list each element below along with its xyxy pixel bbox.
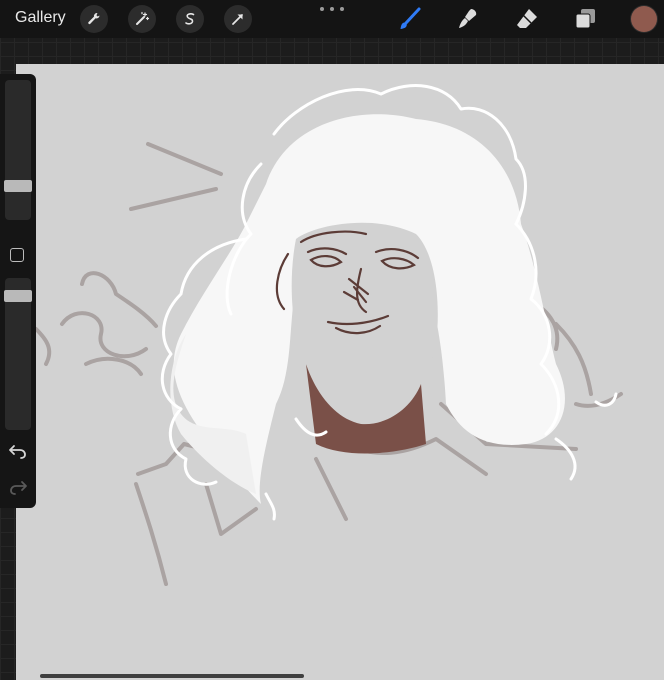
top-toolbar: Gallery	[0, 0, 664, 38]
undo-icon[interactable]	[8, 442, 28, 460]
adjustments-button[interactable]	[128, 5, 156, 33]
portrait-sketch-artwork	[34, 84, 623, 586]
smudge-icon[interactable]	[455, 6, 481, 32]
magic-wand-icon	[136, 11, 150, 25]
layers-icon[interactable]	[572, 6, 598, 32]
actions-button[interactable]	[80, 5, 108, 33]
transform-arrow-icon	[232, 14, 243, 25]
modify-button[interactable]	[10, 248, 24, 262]
horizontal-scrollbar[interactable]	[40, 674, 304, 678]
opacity-thumb[interactable]	[4, 290, 32, 302]
selection-button[interactable]	[176, 5, 204, 33]
brush-size-thumb[interactable]	[4, 180, 32, 192]
drawing-canvas[interactable]	[16, 64, 664, 680]
color-picker-button[interactable]	[631, 6, 657, 32]
more-options-handle[interactable]	[320, 5, 344, 13]
transform-button[interactable]	[224, 5, 252, 33]
sidebar	[0, 74, 36, 508]
brush-size-slider[interactable]	[4, 80, 32, 220]
redo-icon[interactable]	[8, 478, 28, 496]
gallery-button[interactable]: Gallery	[15, 9, 66, 27]
eraser-icon[interactable]	[514, 6, 540, 32]
opacity-slider[interactable]	[4, 278, 32, 430]
selection-icon	[185, 13, 195, 25]
wrench-icon	[88, 12, 100, 25]
brush-icon[interactable]	[397, 6, 423, 32]
